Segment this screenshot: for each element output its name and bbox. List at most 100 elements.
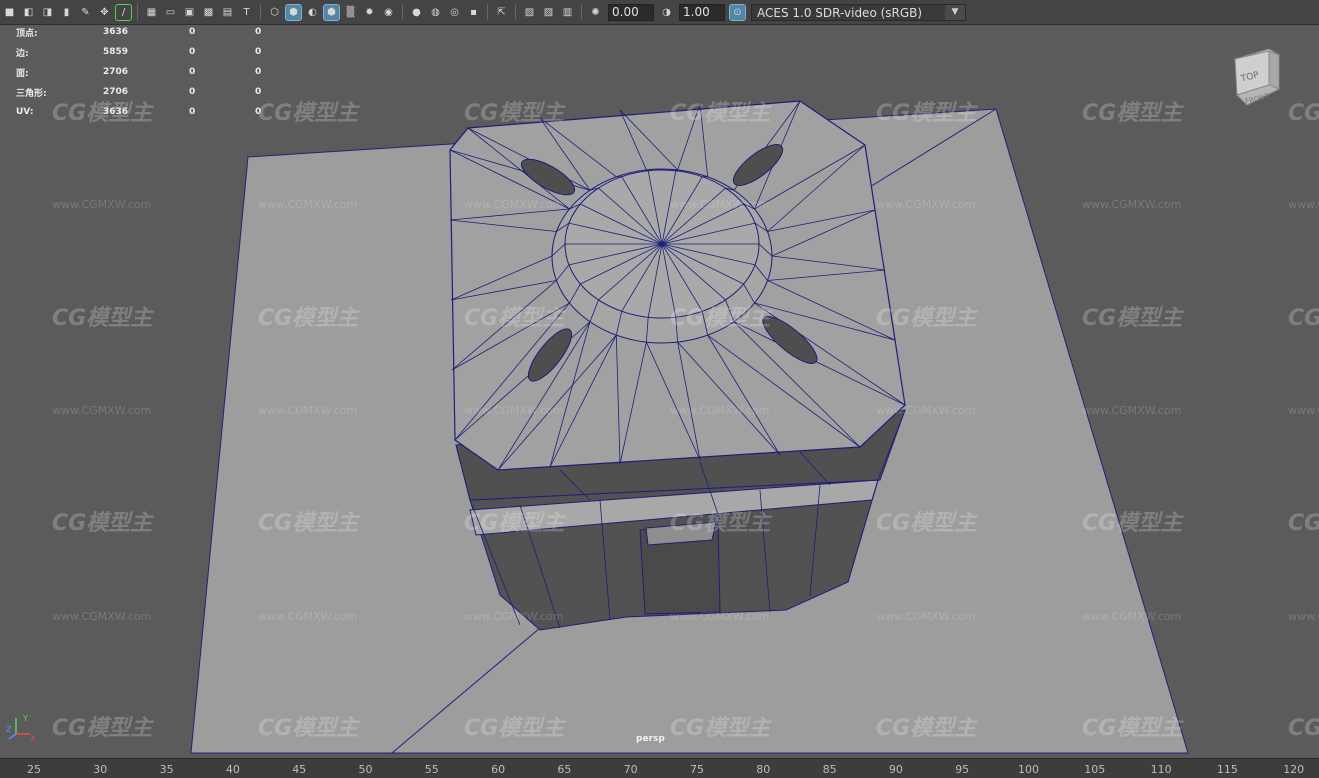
time-slider-tick-label: 65	[557, 763, 571, 776]
exposure-field[interactable]: 0.00	[608, 4, 654, 21]
watermark-logo: CG模型主	[1288, 300, 1319, 332]
time-slider-tick-label: 60	[491, 763, 505, 776]
time-slider[interactable]: 2530354045505560657075808590951001051101…	[0, 758, 1319, 778]
toolbar-divider	[487, 4, 488, 20]
wireframe-on-shaded-icon[interactable]: ⬢	[324, 5, 339, 20]
hud-row: 三角形: 2706 0 0	[16, 82, 285, 102]
watermark-url: www.CGMXW.com	[1288, 404, 1319, 417]
watermark-logo: CG模型主	[1082, 505, 1182, 537]
time-slider-tick-label: 30	[93, 763, 107, 776]
watermark-logo: CG模型主	[52, 505, 152, 537]
time-slider-tick-label: 90	[889, 763, 903, 776]
view-cube-side-face	[1269, 51, 1279, 89]
hud-value: 5859	[103, 47, 189, 57]
toolbar-divider	[581, 4, 582, 20]
watermark-url: www.CGMXW.com	[52, 198, 151, 211]
smooth-shade-icon[interactable]: ⬢	[286, 5, 301, 20]
toolbar-divider	[402, 4, 403, 20]
motion-blur-icon[interactable]: ◍	[428, 5, 443, 20]
watermark-url: www.CGMXW.com	[464, 404, 563, 417]
watermark-url: www.CGMXW.com	[258, 404, 357, 417]
time-slider-tick-label: 120	[1283, 763, 1304, 776]
xray-joints-icon[interactable]: ▥	[560, 5, 575, 20]
color-management-icon[interactable]: ⊙	[730, 5, 745, 20]
watermark-url: www.CGMXW.com	[876, 198, 975, 211]
time-slider-tick-label: 110	[1151, 763, 1172, 776]
watermark-logo: CG模型主	[876, 300, 976, 332]
time-slider-tick-label: 95	[955, 763, 969, 776]
gamma-icon[interactable]: ◑	[659, 5, 674, 20]
hud-row: 顶点: 3636 0 0	[16, 22, 285, 42]
hud-value: 0	[189, 67, 255, 77]
camera-icon[interactable]: ■	[2, 5, 17, 20]
time-slider-tick-label: 75	[690, 763, 704, 776]
gate-mask-icon[interactable]: ▩	[201, 5, 216, 20]
hud-value: 0	[255, 107, 285, 117]
hud-value: 0	[189, 87, 255, 97]
screen-space-ambient-occlusion-icon[interactable]: ●	[409, 5, 424, 20]
watermark-logo: CG模型主	[876, 710, 976, 742]
color-space-value: ACES 1.0 SDR-video (sRGB)	[757, 6, 922, 20]
watermark-url: www.CGMXW.com	[670, 404, 769, 417]
watermark-logo: CG模型主	[670, 95, 770, 127]
time-slider-tick-label: 100	[1018, 763, 1039, 776]
watermark-url: www.CGMXW.com	[258, 198, 357, 211]
toolbar-divider	[137, 4, 138, 20]
resolution-gate-icon[interactable]: ▣	[182, 5, 197, 20]
grid-icon[interactable]: ▦	[144, 5, 159, 20]
image-plane-icon[interactable]: ◨	[40, 5, 55, 20]
film-gate-icon[interactable]: ▭	[163, 5, 178, 20]
watermark-url: www.CGMXW.com	[1082, 198, 1181, 211]
hud-label: 顶点:	[16, 26, 103, 39]
axis-x-label: X	[30, 734, 36, 742]
watermark-logo: CG模型主	[670, 505, 770, 537]
shadows-icon[interactable]: ◉	[381, 5, 396, 20]
watermark-logo: CG模型主	[876, 505, 976, 537]
pan-zoom-icon[interactable]: ✥	[97, 5, 112, 20]
view-cube[interactable]: TOP FRONT	[1233, 47, 1283, 111]
watermark-url: www.CGMXW.com	[670, 198, 769, 211]
time-slider-tick-label: 85	[823, 763, 837, 776]
field-chart-icon[interactable]: ▤	[220, 5, 235, 20]
hud-value: 0	[255, 87, 285, 97]
safe-action-icon[interactable]: T	[239, 5, 254, 20]
time-slider-tick-label: 115	[1217, 763, 1238, 776]
watermark-url: www.CGMXW.com	[464, 198, 563, 211]
xray-active-components-icon[interactable]: ▧	[541, 5, 556, 20]
default-material-icon[interactable]: ◐	[305, 5, 320, 20]
time-slider-tick-label: 55	[425, 763, 439, 776]
color-space-dropdown[interactable]: ACES 1.0 SDR-video (sRGB) ▼	[751, 4, 966, 21]
time-slider-tick-label: 25	[27, 763, 41, 776]
camera-attributes-icon[interactable]: ◧	[21, 5, 36, 20]
wireframe-icon[interactable]: ⬡	[267, 5, 282, 20]
camera-tool-icon[interactable]: ✎	[78, 5, 93, 20]
chevron-down-icon[interactable]: ▼	[945, 5, 965, 20]
watermark-logo: CG模型主	[1082, 710, 1182, 742]
axis-gizmo: Y Z X	[6, 712, 36, 742]
grease-pencil-icon[interactable]: /	[116, 5, 131, 20]
watermark-url: www.CGMXW.com	[1288, 198, 1319, 211]
depth-of-field-icon[interactable]: ▪	[466, 5, 481, 20]
multisample-antialiasing-icon[interactable]: ◎	[447, 5, 462, 20]
hud-value: 0	[189, 27, 255, 37]
viewport-scene[interactable]	[0, 25, 1319, 758]
textured-icon[interactable]: ▒	[343, 5, 358, 20]
gamma-field[interactable]: 1.00	[679, 4, 725, 21]
hud-row: 边: 5859 0 0	[16, 42, 285, 62]
hud-value: 3636	[103, 107, 189, 117]
watermark-url: www.CGMXW.com	[464, 610, 563, 623]
isolate-select-icon[interactable]: ⇱	[494, 5, 509, 20]
watermark-logo: CG模型主	[670, 710, 770, 742]
time-slider-tick-label: 70	[624, 763, 638, 776]
watermark-logo: CG模型主	[258, 505, 358, 537]
bookmark-icon[interactable]: ▮	[59, 5, 74, 20]
xray-icon[interactable]: ▨	[522, 5, 537, 20]
hud-label: 边:	[16, 46, 103, 59]
use-all-lights-icon[interactable]: ✹	[362, 5, 377, 20]
watermark-logo: CG模型主	[876, 95, 976, 127]
exposure-icon[interactable]: ✺	[588, 5, 603, 20]
toolbar-divider	[260, 4, 261, 20]
watermark-logo: CG模型主	[1288, 505, 1319, 537]
watermark-url: www.CGMXW.com	[1288, 610, 1319, 623]
watermark-url: www.CGMXW.com	[52, 404, 151, 417]
